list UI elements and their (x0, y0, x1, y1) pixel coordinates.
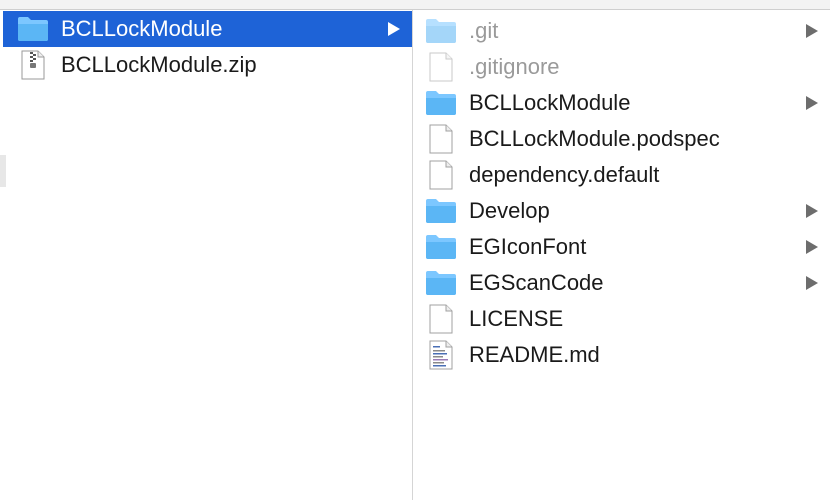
column-2-row-git[interactable]: .git (413, 13, 830, 49)
row-label: BCLLockModule.zip (61, 52, 257, 77)
row-label: BCLLockModule.podspec (469, 126, 720, 151)
disclosure-arrow-icon (806, 276, 818, 290)
column-2-row-dependency-default[interactable]: dependency.default (413, 157, 830, 193)
zip-file-icon (15, 47, 51, 83)
row-label: .git (469, 18, 499, 43)
column-1-row-bcllockmodule[interactable]: BCLLockModule (3, 11, 412, 47)
row-label: Develop (469, 198, 550, 223)
column-2-row-license[interactable]: LICENSE (413, 301, 830, 337)
folder-icon (423, 13, 459, 49)
disclosure-arrow-icon (806, 240, 818, 254)
row-label: BCLLockModule (469, 90, 631, 115)
disclosure-arrow-icon (806, 24, 818, 38)
folder-icon (15, 11, 51, 47)
disclosure-arrow-icon (806, 204, 818, 218)
folder-icon (423, 193, 459, 229)
document-icon (423, 301, 459, 337)
column-2-row-bcllockmodule[interactable]: BCLLockModule (413, 85, 830, 121)
folder-icon (423, 229, 459, 265)
document-icon (423, 49, 459, 85)
column-2-row-podspec[interactable]: BCLLockModule.podspec (413, 121, 830, 157)
text-document-icon (423, 337, 459, 373)
row-label: dependency.default (469, 162, 660, 187)
disclosure-arrow-icon (806, 96, 818, 110)
row-label: BCLLockModule (61, 16, 223, 41)
column-1-row-bcllockmodule-zip[interactable]: BCLLockModule.zip (3, 47, 412, 83)
folder-icon (423, 85, 459, 121)
column-2-row-egscancode[interactable]: EGScanCode (413, 265, 830, 301)
disclosure-arrow-icon (388, 22, 400, 36)
finder-column-1: BCLLockModule BCLLockModule.zip (0, 10, 413, 500)
column-view-top-border (0, 0, 830, 10)
row-label: EGScanCode (469, 270, 604, 295)
column-2-row-readme[interactable]: README.md (413, 337, 830, 373)
document-icon (423, 121, 459, 157)
row-label: README.md (469, 342, 600, 367)
column-2-row-egiconfont[interactable]: EGIconFont (413, 229, 830, 265)
folder-icon (423, 265, 459, 301)
column-2-row-develop[interactable]: Develop (413, 193, 830, 229)
finder-column-2: .git .gitignore BCLLockModule BCLLockMod… (413, 10, 830, 500)
column-2-row-gitignore[interactable]: .gitignore (413, 49, 830, 85)
document-icon (423, 157, 459, 193)
row-label: .gitignore (469, 54, 560, 79)
row-label: EGIconFont (469, 234, 587, 259)
row-label: LICENSE (469, 306, 564, 331)
